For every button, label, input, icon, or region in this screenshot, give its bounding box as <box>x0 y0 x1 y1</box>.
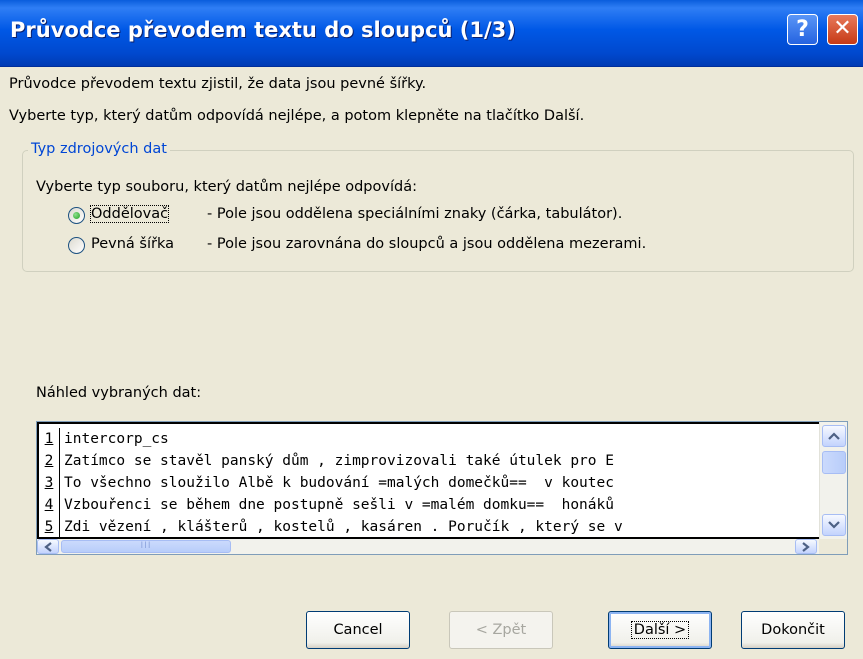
scroll-right-button[interactable] <box>795 539 817 554</box>
radio-description-fixed-width: - Pole jsou zarovnána do sloupců a jsou … <box>207 236 647 252</box>
preview-row-text: Vzbouřenci se během dne postupně sešli v… <box>64 497 614 513</box>
scrollbar-corner <box>819 539 847 554</box>
preview-grid: 1 intercorp_cs 2 Zatímco se stavěl panský … <box>37 422 819 539</box>
next-button-label: Další > <box>630 621 690 639</box>
scroll-up-button[interactable] <box>822 425 846 447</box>
data-preview[interactable]: 1 intercorp_cs 2 Zatímco se stavěl panský … <box>36 421 848 555</box>
horizontal-scroll-thumb[interactable]: III <box>61 540 231 553</box>
preview-row: 4 Vzbouřenci se během dne postupně sešli … <box>39 494 819 516</box>
preview-row-number: 3 <box>39 472 60 494</box>
vertical-scroll-thumb[interactable] <box>822 451 846 474</box>
source-type-prompt: Vyberte typ souboru, který datům nejlépe… <box>36 179 417 195</box>
source-type-group-label: Typ zdrojových dat <box>28 141 170 157</box>
scroll-left-button[interactable] <box>37 539 59 554</box>
cancel-button[interactable]: Cancel <box>306 611 410 649</box>
vertical-scrollbar[interactable] <box>819 422 847 539</box>
preview-row-text: Zatímco se stavěl panský dům , zimproviz… <box>64 453 614 469</box>
scroll-down-button[interactable] <box>822 514 846 536</box>
preview-row: 5 Zdi vězení , klášterů , kostelů , kasár… <box>39 516 819 537</box>
preview-row-number: 4 <box>39 494 60 516</box>
preview-label: Náhled vybraných dat: <box>36 385 202 401</box>
close-icon: ✕ <box>833 16 852 41</box>
radio-button-delimited[interactable] <box>68 207 85 224</box>
preview-row-text: intercorp_cs <box>64 431 169 447</box>
preview-row-text: Zdi vězení , klášterů , kostelů , kasáre… <box>64 519 623 535</box>
finish-button[interactable]: Dokončit <box>741 611 845 649</box>
title-bar[interactable]: Průvodce převodem textu do sloupců (1/3)… <box>0 0 863 67</box>
left-arrow-icon <box>44 542 52 552</box>
preview-row-number: 1 <box>39 428 60 450</box>
intro-line-2: Vyberte typ, který datům odpovídá nejlép… <box>9 108 585 124</box>
preview-row: 1 intercorp_cs <box>39 428 819 450</box>
preview-row: 3 To všechno sloužilo Albě k budování =ma… <box>39 472 819 494</box>
help-icon: ? <box>796 17 809 42</box>
dialog-title: Průvodce převodem textu do sloupců (1/3) <box>10 18 516 42</box>
radio-label-fixed-width[interactable]: Pevná šířka <box>91 236 174 252</box>
close-button[interactable]: ✕ <box>827 14 858 45</box>
radio-button-fixed-width[interactable] <box>68 237 85 254</box>
radio-label-delimited[interactable]: Oddělovač <box>89 205 170 223</box>
radio-selected-dot <box>73 212 80 219</box>
help-button[interactable]: ? <box>787 14 818 45</box>
preview-row-number: 2 <box>39 450 60 472</box>
intro-line-1: Průvodce převodem textu zjistil, že data… <box>9 76 427 92</box>
up-arrow-icon <box>828 432 840 440</box>
preview-row-text: To všechno sloužilo Albě k budování =mal… <box>64 475 614 491</box>
preview-row: 2 Zatímco se stavěl panský dům , zimprovi… <box>39 450 819 472</box>
preview-row-number: 5 <box>39 516 60 537</box>
horizontal-scrollbar[interactable]: III <box>37 539 819 554</box>
next-button[interactable]: Další > <box>608 611 712 649</box>
radio-description-delimited: - Pole jsou oddělena speciálními znaky (… <box>207 206 623 222</box>
back-button[interactable]: < Zpět <box>449 611 553 649</box>
down-arrow-icon <box>828 521 840 529</box>
right-arrow-icon <box>802 542 810 552</box>
